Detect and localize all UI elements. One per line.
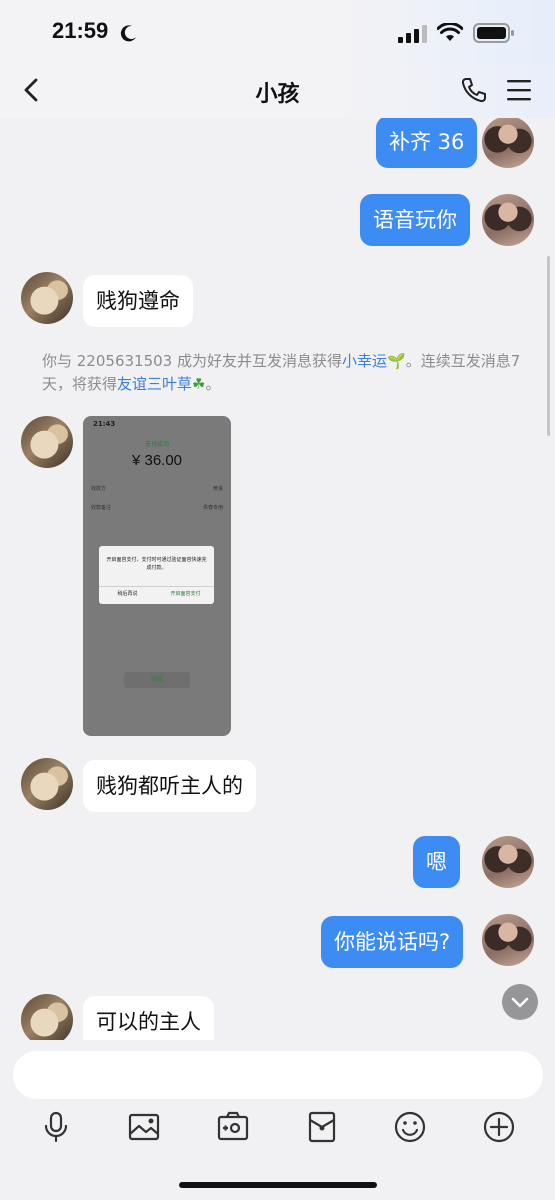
avatar-contact[interactable] — [21, 272, 73, 324]
avatar-self[interactable] — [482, 194, 534, 246]
image-dialog-text: 开启面容支付，支付时可通过验证面容快速完成付款。 — [106, 557, 207, 571]
signal-icon — [398, 25, 427, 43]
image-row-label: 收款方 — [91, 486, 107, 492]
chevron-down-icon — [511, 997, 529, 1008]
red-packet-icon[interactable] — [305, 1110, 339, 1144]
message-bubble-received[interactable]: 贱狗遵命 — [83, 275, 193, 327]
image-dialog-right: 开启面容支付 — [170, 591, 201, 597]
clover-link[interactable]: 友谊三叶草 — [117, 375, 192, 393]
wifi-icon — [437, 23, 463, 41]
image-dialog: 开启面容支付，支付时可通过验证面容快速完成付款。 稍后再说 开启面容支付 — [99, 546, 214, 604]
sprout-icon: 🌱 — [387, 352, 406, 370]
avatar-contact[interactable] — [21, 416, 73, 468]
message-bubble-sent[interactable]: 语音玩你 — [360, 194, 470, 246]
status-bar: 21:59 — [0, 0, 555, 64]
message-bubble-sent[interactable]: 补齐 36 — [376, 118, 478, 168]
image-row-label: 收款备注 — [91, 505, 112, 511]
chat-area[interactable]: 补齐 36 语音玩你 贱狗遵命 你与 2205631503 成为好友并互发消息获… — [0, 118, 555, 1040]
lucky-link[interactable]: 小幸运 — [342, 352, 387, 370]
system-notice: 你与 2205631503 成为好友并互发消息获得小幸运🌱。连续互发消息7天，将… — [42, 350, 522, 396]
message-bubble-sent[interactable]: 嗯 — [413, 836, 460, 888]
battery-icon — [473, 23, 514, 43]
message-bubble-received[interactable]: 贱狗都听主人的 — [83, 760, 256, 812]
image-status: 支付成功 — [144, 441, 169, 448]
microphone-icon[interactable] — [39, 1110, 73, 1144]
image-icon[interactable] — [127, 1110, 161, 1144]
image-dialog-left: 稍后再说 — [117, 591, 138, 597]
plus-icon[interactable] — [482, 1110, 516, 1144]
image-done-button: 完成 — [124, 672, 190, 688]
image-amount: ¥ 36.00 — [131, 452, 183, 469]
message-input[interactable] — [13, 1051, 543, 1099]
camera-icon[interactable] — [216, 1110, 250, 1144]
scroll-to-bottom-button[interactable] — [502, 984, 538, 1020]
image-time: 21:43 — [93, 420, 116, 428]
message-bubble-sent[interactable]: 你能说话吗? — [321, 916, 464, 968]
avatar-contact[interactable] — [21, 994, 73, 1040]
payment-screenshot-image[interactable]: 21:43 支付成功 ¥ 36.00 收款方 黄良 收款备注 供春专用 开启面容… — [83, 416, 231, 736]
system-notice-text: 。 — [205, 375, 221, 393]
status-time: 21:59 — [52, 18, 109, 43]
composer — [0, 1040, 555, 1200]
moon-icon — [120, 25, 136, 42]
image-row-value: 黄良 — [212, 486, 223, 492]
message-bubble-received[interactable]: 可以的主人 — [83, 996, 214, 1040]
menu-icon[interactable] — [506, 78, 532, 102]
nav-bar: 小孩 — [0, 64, 555, 118]
image-dialog-divider — [99, 586, 214, 587]
image-row-value: 供春专用 — [202, 505, 223, 511]
scrollbar[interactable] — [547, 256, 550, 436]
system-notice-text: 你与 2205631503 成为好友并互发消息获得 — [42, 352, 342, 370]
clover-icon: ☘ — [192, 375, 206, 393]
emoji-icon[interactable] — [393, 1110, 427, 1144]
avatar-self[interactable] — [482, 836, 534, 888]
avatar-self[interactable] — [482, 118, 534, 168]
avatar-self[interactable] — [482, 914, 534, 966]
phone-icon[interactable] — [460, 76, 488, 104]
avatar-contact[interactable] — [21, 758, 73, 810]
home-indicator — [179, 1182, 377, 1188]
